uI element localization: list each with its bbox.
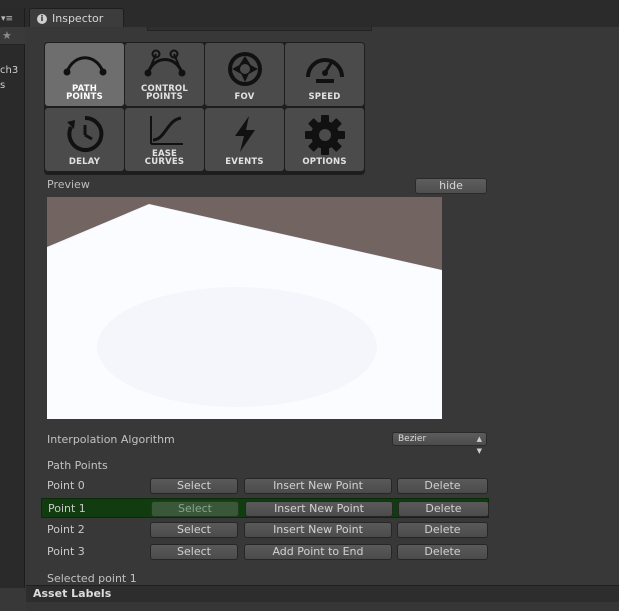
camera-preview: [47, 197, 442, 419]
path-points-icon: [63, 56, 106, 76]
control-points-label: CONTROL POINTS: [141, 84, 188, 102]
ease-curves-icon: [149, 116, 183, 145]
delay-icon: [66, 115, 103, 152]
delete-point-button[interactable]: Delete: [397, 544, 488, 560]
path-points-heading: Path Points: [47, 459, 108, 472]
asset-labels-title: Asset Labels: [33, 587, 112, 600]
preview-scene: [47, 197, 442, 419]
events-button[interactable]: EVENTS: [205, 108, 284, 171]
interpolation-label: Interpolation Algorithm: [47, 433, 175, 446]
hierarchy-item[interactable]: s: [0, 80, 24, 91]
speed-icon: [305, 58, 344, 83]
fov-icon: [227, 52, 262, 86]
favorites-row: ★: [0, 27, 25, 45]
tab-inspector-label: Inspector: [52, 12, 104, 25]
delete-point-button[interactable]: Delete: [397, 522, 488, 538]
ease-curves-button[interactable]: EASE CURVES: [125, 108, 204, 171]
interpolation-dropdown[interactable]: Bezier ▲ ▼: [392, 432, 487, 455]
options-label: OPTIONS: [302, 157, 347, 167]
tab-inspector[interactable]: i Inspector: [29, 8, 124, 28]
point-row: Point 0 Select Insert New Point Delete: [41, 476, 489, 496]
point-row-selected: Point 1 Select Insert New Point Delete: [41, 498, 489, 518]
path-points-label: PATH POINTS: [66, 84, 103, 102]
editor-toolbar: PATH POINTS CONTROL POINTS FOV SPEED DEL…: [44, 42, 365, 175]
path-points-button[interactable]: PATH POINTS: [45, 43, 124, 106]
point-name: Point 0: [47, 479, 85, 492]
editor-top-strip-right: [128, 0, 619, 27]
clipped-field-row: [39, 27, 599, 32]
insert-point-button[interactable]: Insert New Point: [244, 478, 392, 494]
speed-label: SPEED: [308, 92, 341, 102]
info-icon: i: [37, 13, 47, 24]
control-points-icon: [144, 49, 185, 77]
select-point-button[interactable]: Select: [150, 522, 238, 538]
speed-button[interactable]: SPEED: [285, 43, 364, 106]
preview-label: Preview: [47, 178, 90, 191]
insert-point-button[interactable]: Insert New Point: [245, 501, 393, 517]
fov-button[interactable]: FOV: [205, 43, 284, 106]
inspector-panel: PATH POINTS CONTROL POINTS FOV SPEED DEL…: [26, 27, 619, 585]
hide-preview-button[interactable]: hide: [415, 178, 487, 194]
options-button[interactable]: OPTIONS: [285, 108, 364, 171]
add-point-to-end-button[interactable]: Add Point to End: [244, 544, 392, 560]
interpolation-value: Bezier: [398, 434, 427, 444]
delete-point-button[interactable]: Delete: [398, 501, 489, 517]
point-row: Point 3 Select Add Point to End Delete: [41, 542, 489, 562]
dropdown-arrows-icon: ▲ ▼: [476, 435, 482, 455]
asset-labels-content: [26, 602, 619, 611]
tab-gap: [124, 8, 128, 27]
ease-curves-label: EASE CURVES: [144, 149, 185, 167]
events-icon: [234, 116, 255, 152]
clipped-field: [147, 27, 372, 31]
select-point-button[interactable]: Select: [150, 544, 238, 560]
delay-button[interactable]: DELAY: [45, 108, 124, 171]
options-icon: [304, 115, 345, 155]
selected-point-label: Selected point 1: [47, 572, 137, 585]
select-point-button[interactable]: Select: [150, 478, 238, 494]
star-icon[interactable]: ★: [2, 29, 12, 42]
delete-point-button[interactable]: Delete: [397, 478, 488, 494]
fov-label: FOV: [234, 92, 255, 102]
point-row: Point 2 Select Insert New Point Delete: [41, 520, 489, 540]
select-point-button[interactable]: Select: [151, 501, 239, 517]
point-name: Point 3: [47, 545, 85, 558]
asset-labels-bar[interactable]: Asset Labels: [26, 585, 619, 611]
hierarchy-item[interactable]: ch3: [0, 65, 24, 76]
insert-point-button[interactable]: Insert New Point: [244, 522, 392, 538]
point-name: Point 1: [48, 502, 86, 515]
events-label: EVENTS: [225, 157, 264, 167]
panel-menu-icon[interactable]: ▾≡: [1, 14, 13, 24]
hierarchy-panel: ▾≡ ★ ch3 s: [0, 8, 25, 588]
point-name: Point 2: [47, 523, 85, 536]
control-points-button[interactable]: CONTROL POINTS: [125, 43, 204, 106]
delay-label: DELAY: [68, 157, 101, 167]
